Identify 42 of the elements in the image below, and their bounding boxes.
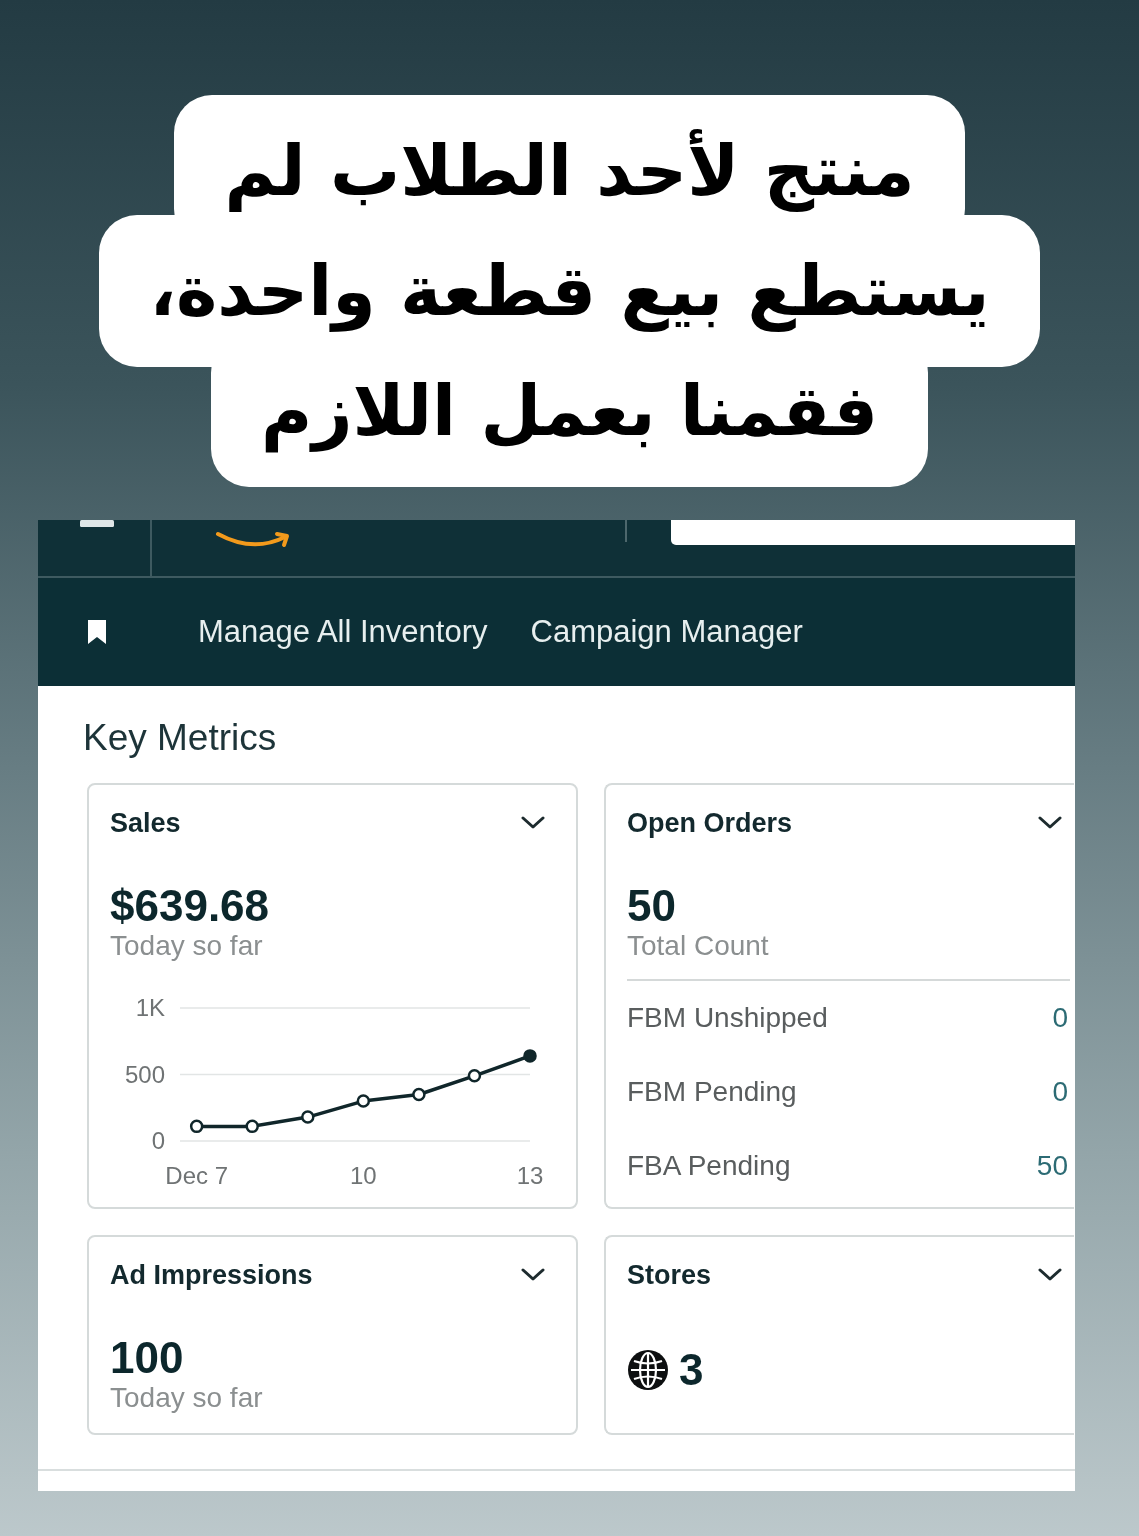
store-selector-field[interactable] <box>671 520 1075 545</box>
metric-caption: Today so far <box>110 930 264 962</box>
row-label: FBA Pending <box>627 1150 791 1182</box>
data-point <box>467 1069 482 1083</box>
row-value: 50 <box>1036 1150 1068 1182</box>
globe-icon <box>627 1349 669 1391</box>
metric-value: 3 <box>679 1346 704 1394</box>
metric-value: 50 <box>627 882 677 930</box>
nav-link[interactable]: Manage All Inventory <box>198 614 488 650</box>
row-label: FBM Unshipped <box>627 1002 828 1034</box>
data-point <box>301 1110 315 1124</box>
nav-link[interactable]: Campaign Manager <box>530 614 803 650</box>
chevron-down-icon[interactable] <box>1038 1268 1062 1282</box>
row-value: 0 <box>1052 1002 1068 1034</box>
menu-icon[interactable] <box>80 520 114 529</box>
chevron-down-icon[interactable] <box>521 1268 545 1282</box>
data-point <box>523 1049 537 1063</box>
data-point <box>412 1087 426 1102</box>
metric-caption: Total Count <box>627 930 770 962</box>
metric-value: $639.68 <box>110 882 271 930</box>
data-point <box>356 1094 371 1108</box>
y-axis-label: 1K <box>135 994 165 1021</box>
chevron-down-icon[interactable] <box>521 816 545 830</box>
card-title: Ad Impressions <box>110 1260 313 1290</box>
card-title: Open Orders <box>627 808 793 838</box>
row-label: FBM Pending <box>627 1076 797 1108</box>
caption-text: منتج لأحد الطلاب لم يستطع بيع قطعة واحدة، فقمنا بعمل اللازم <box>99 95 1040 487</box>
data-point <box>189 1119 204 1134</box>
section-title: Key Metrics <box>83 717 277 759</box>
row-value: 0 <box>1052 1076 1068 1108</box>
chevron-down-icon[interactable] <box>1038 816 1062 830</box>
metric-caption: Today so far <box>110 1382 264 1414</box>
card-title: Sales <box>110 808 181 838</box>
x-axis-label: Dec 7 <box>165 1162 228 1189</box>
bookmark-icon[interactable] <box>87 619 107 645</box>
metric-value: 100 <box>110 1334 185 1382</box>
y-axis-label: 500 <box>124 1060 165 1088</box>
x-axis-label: 10 <box>350 1162 377 1189</box>
card-title: Stores <box>627 1260 712 1290</box>
x-axis-label: 13 <box>516 1162 544 1189</box>
y-axis-label: 0 <box>151 1127 165 1154</box>
data-point <box>245 1119 259 1134</box>
